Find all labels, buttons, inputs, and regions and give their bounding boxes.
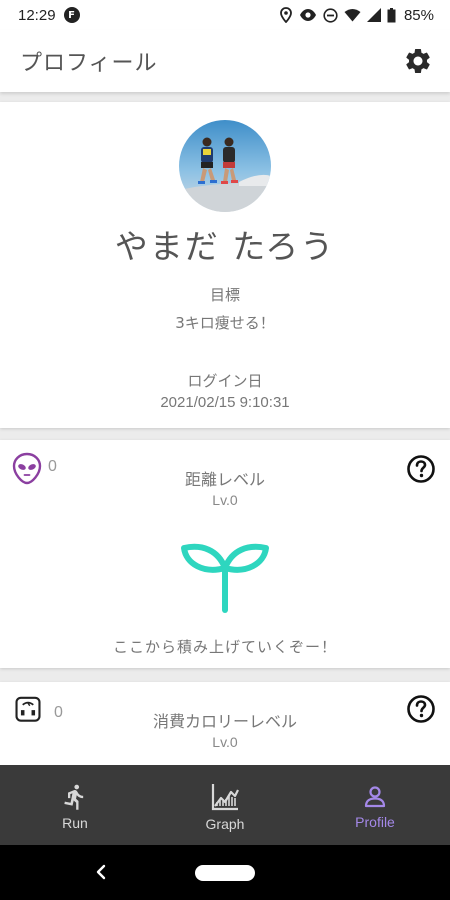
login-date-value: 2021/02/15 9:10:31 xyxy=(160,394,290,411)
notification-badge: F xyxy=(63,7,80,23)
signal-icon xyxy=(366,8,381,22)
page-title: プロフィール xyxy=(20,51,158,76)
dnd-icon xyxy=(323,7,338,23)
help-icon[interactable] xyxy=(406,694,436,724)
eye-icon xyxy=(299,9,316,21)
chart-icon xyxy=(211,784,239,811)
calorie-level-value: Lv.0 xyxy=(212,734,238,750)
status-time: 12:29 xyxy=(18,6,56,24)
distance-level-card: 0 距離レベル Lv.0 ここから積み上げていくぞー！ xyxy=(0,440,450,668)
wifi-icon xyxy=(344,9,361,22)
nav-item-run[interactable]: Run xyxy=(0,765,150,845)
login-date-label: ログイン日 xyxy=(187,372,263,390)
app-bar: プロフィール xyxy=(0,30,450,92)
sprout-icon xyxy=(181,543,269,613)
status-icons: 85% xyxy=(279,7,434,24)
nav-label-graph: Graph xyxy=(205,816,245,832)
back-icon[interactable] xyxy=(92,862,112,882)
location-icon xyxy=(280,7,292,23)
calorie-level-card: 0 消費カロリーレベル Lv.0 xyxy=(0,682,450,772)
user-name: やまだ たろう xyxy=(114,227,336,266)
runners-photo xyxy=(179,120,271,212)
runner-icon xyxy=(64,784,84,810)
bottom-nav: Run Graph Profile xyxy=(0,765,450,845)
goal-value: 3キロ痩せる！ xyxy=(175,314,275,332)
help-icon[interactable] xyxy=(406,454,436,484)
status-bar: 12:29 F 85% xyxy=(0,0,450,30)
home-button[interactable] xyxy=(195,864,255,881)
nav-item-graph[interactable]: Graph xyxy=(150,765,300,845)
gear-icon xyxy=(406,48,430,73)
nav-label-profile: Profile xyxy=(355,814,395,830)
battery-icon xyxy=(387,7,396,22)
distance-level-title: 距離レベル xyxy=(184,470,265,489)
nav-item-profile[interactable]: Profile xyxy=(300,765,450,845)
nav-label-run: Run xyxy=(62,815,88,831)
avatar[interactable] xyxy=(179,120,271,212)
system-nav-bar xyxy=(0,845,450,900)
settings-button[interactable] xyxy=(400,43,436,79)
battery-percent: 85% xyxy=(403,6,434,24)
goal-label: 目標 xyxy=(209,286,240,304)
distance-level-value: Lv.0 xyxy=(212,492,238,508)
person-icon xyxy=(364,786,386,808)
calorie-level-title: 消費カロリーレベル xyxy=(152,712,297,731)
profile-card: やまだ たろう 目標 3キロ痩せる！ ログイン日 2021/02/15 9:10… xyxy=(0,102,450,428)
encourage-message: ここから積み上げていくぞー！ xyxy=(112,638,337,656)
